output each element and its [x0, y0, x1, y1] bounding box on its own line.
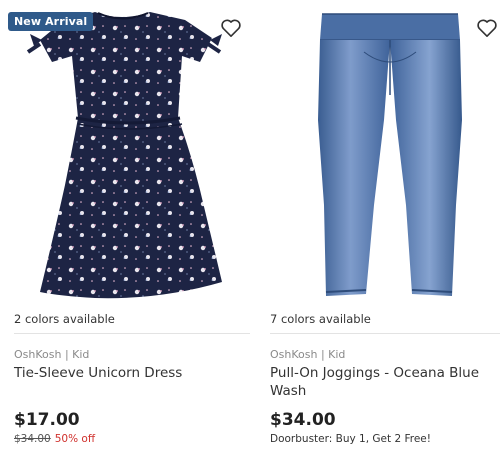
heart-icon[interactable] [220, 18, 242, 38]
heart-icon[interactable] [476, 18, 498, 38]
new-arrival-badge: New Arrival [8, 12, 94, 31]
product-name[interactable]: Tie-Sleeve Unicorn Dress [14, 364, 244, 382]
product-name[interactable]: Pull-On Joggings - Oceana Blue Wash [270, 364, 494, 400]
colors-available[interactable]: 2 colors available [14, 312, 115, 326]
promo-text: Doorbuster: Buy 1, Get 2 Free! [270, 433, 431, 445]
product-card[interactable]: 7 colors available OshKosh | Kid Pull-On… [256, 0, 500, 456]
colors-available[interactable]: 7 colors available [270, 312, 371, 326]
price-details: $34.00 50% off [14, 433, 95, 445]
divider [270, 333, 500, 334]
divider [14, 333, 250, 334]
discount-label: 50% off [54, 433, 96, 445]
dress-image [26, 12, 222, 299]
product-price: $34.00 [270, 410, 336, 430]
original-price: $34.00 [14, 433, 51, 445]
product-image[interactable] [256, 0, 500, 305]
jeggings-image [318, 13, 462, 296]
product-grid: New Arrival 2 colors available OshKosh |… [0, 0, 500, 456]
product-brand: OshKosh | Kid [270, 348, 346, 361]
product-brand: OshKosh | Kid [14, 348, 90, 361]
product-image[interactable]: New Arrival [0, 0, 250, 305]
product-card[interactable]: New Arrival 2 colors available OshKosh |… [0, 0, 250, 456]
product-price: $17.00 [14, 410, 80, 430]
